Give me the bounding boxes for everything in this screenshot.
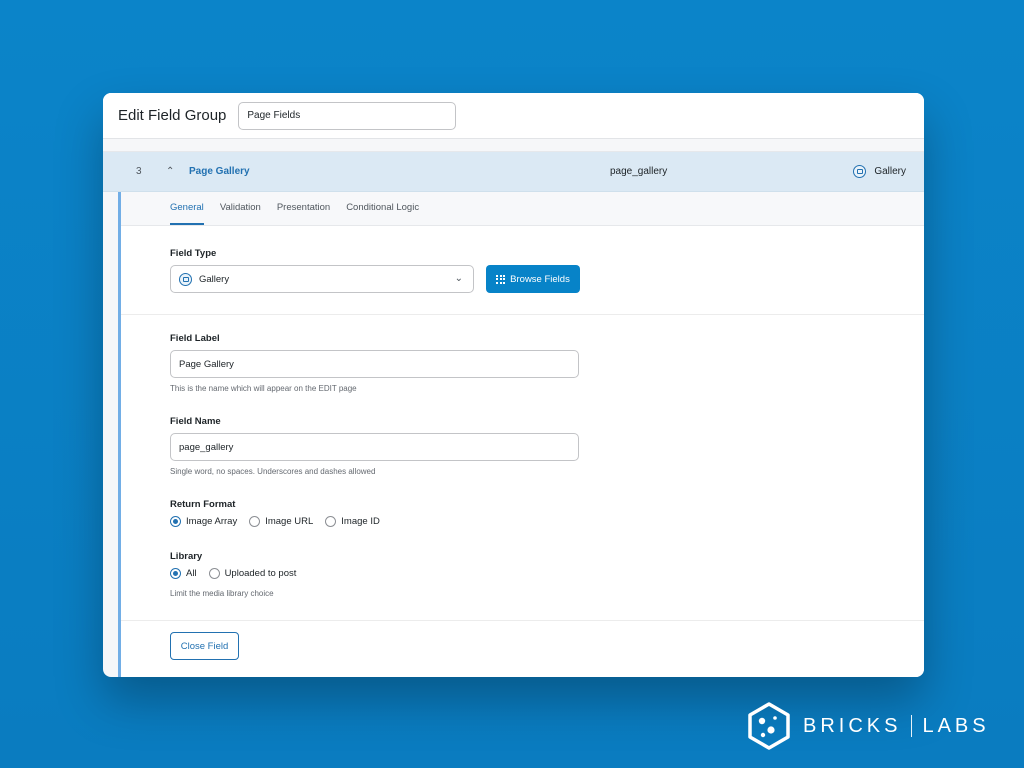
brand-divider [911, 715, 913, 737]
field-group-title-input[interactable] [238, 101, 457, 130]
radio-label: Image Array [186, 516, 238, 527]
tab-presentation[interactable]: Presentation [277, 202, 330, 225]
field-label-group: Field Label Page Gallery This is the nam… [170, 333, 924, 393]
field-name-group: Field Name page_gallery Single word, no … [170, 416, 924, 476]
brand-logo: BRICKS LABS [747, 702, 990, 750]
radio-selected-icon[interactable] [170, 568, 181, 579]
edit-field-group-window: Edit Field Group 3 ⌃ Page Gallery page_g… [103, 93, 924, 677]
gallery-icon [853, 165, 867, 178]
library-label: Library [170, 551, 203, 562]
panel-footer: Close Field [121, 621, 924, 660]
field-row-header[interactable]: 3 ⌃ Page Gallery page_gallery Gallery [103, 152, 924, 192]
library-help: Limit the media library choice [170, 589, 274, 598]
field-row-label[interactable]: Page Gallery [189, 166, 250, 177]
field-name-input[interactable]: page_gallery [170, 433, 579, 461]
return-format-label: Return Format [170, 499, 236, 510]
chevron-up-icon[interactable]: ⌃ [166, 166, 174, 177]
radio-empty-icon[interactable] [208, 568, 220, 579]
return-format-group: Return Format Image Array Image URL Imag… [170, 499, 924, 527]
radio-empty-icon[interactable] [325, 516, 337, 527]
radio-label: Image URL [265, 516, 314, 527]
divider [103, 139, 924, 152]
tab-general[interactable]: General [170, 202, 204, 225]
field-row-type: Gallery [853, 165, 906, 178]
field-label-help: This is the name which will appear on th… [170, 384, 357, 393]
radio-image-id[interactable]: Image ID [325, 516, 380, 527]
tab-conditional-logic[interactable]: Conditional Logic [346, 202, 419, 225]
radio-label: Uploaded to post [224, 568, 297, 579]
field-order: 3 [136, 166, 142, 177]
field-type-label: Field Type [170, 248, 217, 259]
field-details-section: Field Label Page Gallery This is the nam… [121, 315, 924, 621]
field-type-value: Gallery [199, 273, 230, 285]
radio-image-url[interactable]: Image URL [249, 516, 313, 527]
browse-fields-label: Browse Fields [510, 273, 570, 285]
close-field-button[interactable]: Close Field [170, 632, 239, 660]
bricks-labs-logo-icon [748, 702, 790, 750]
radio-empty-icon[interactable] [249, 516, 261, 527]
return-format-options: Image Array Image URL Image ID [170, 516, 924, 527]
brand-wordmark: BRICKS LABS [803, 715, 990, 738]
brand-left: BRICKS [803, 714, 902, 737]
chevron-down-icon: ⌄ [454, 273, 463, 284]
browse-fields-button[interactable]: Browse Fields [486, 265, 580, 293]
tab-validation[interactable]: Validation [220, 202, 261, 225]
radio-label: Image ID [341, 516, 380, 527]
field-settings-panel: General Validation Presentation Conditio… [118, 192, 924, 677]
field-row-name: page_gallery [610, 166, 668, 177]
library-options: All Uploaded to post [170, 568, 924, 579]
field-label-input[interactable]: Page Gallery [170, 350, 579, 378]
radio-image-array[interactable]: Image Array [170, 516, 237, 527]
radio-all[interactable]: All [170, 568, 197, 579]
radio-label: All [186, 568, 197, 579]
field-row-type-label: Gallery [874, 166, 906, 177]
library-group: Library All Uploaded to post Limit the m… [170, 551, 924, 598]
gallery-icon [179, 272, 192, 286]
field-name-help: Single word, no spaces. Underscores and … [170, 467, 376, 476]
field-label-label: Field Label [170, 333, 220, 344]
field-type-select[interactable]: Gallery ⌄ [170, 265, 474, 293]
radio-selected-icon[interactable] [170, 516, 181, 527]
field-type-section: Field Type Gallery ⌄ Browse Fields [121, 226, 924, 315]
top-bar: Edit Field Group [103, 93, 924, 139]
field-name-label: Field Name [170, 416, 221, 427]
radio-uploaded-to-post[interactable]: Uploaded to post [208, 568, 297, 579]
settings-tabs: General Validation Presentation Conditio… [121, 192, 924, 226]
page-title: Edit Field Group [118, 107, 227, 124]
brand-right: LABS [922, 714, 990, 737]
grid-icon [496, 274, 506, 284]
